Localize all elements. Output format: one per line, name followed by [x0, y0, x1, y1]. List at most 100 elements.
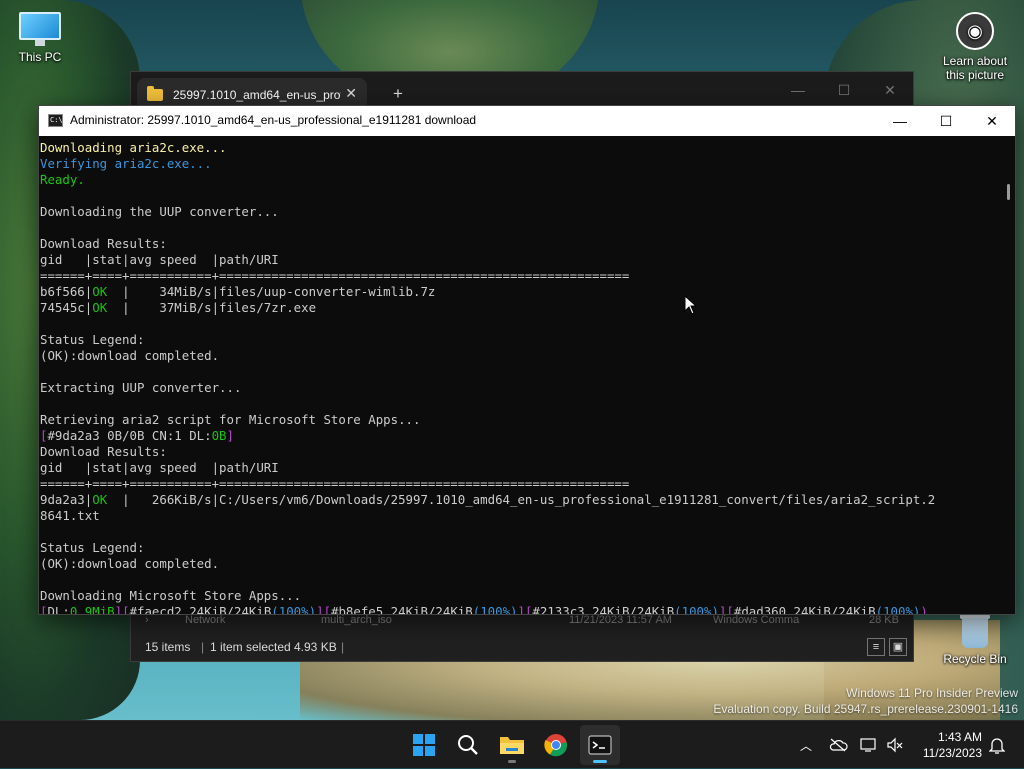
terminal-line: Download Results:	[40, 236, 1001, 252]
terminal-text: )	[920, 604, 928, 614]
windows-logo-icon	[413, 734, 435, 756]
terminal-icon	[588, 735, 612, 755]
terminal-line: Retrieving aria2 script for Microsoft St…	[40, 412, 1001, 428]
terminal-text: | 37MiB/s|files/7zr.exe	[107, 300, 317, 315]
desktop-icon-recycle-bin[interactable]: Recycle Bin	[935, 612, 1015, 666]
selection-size: 4.93 KB	[294, 640, 337, 654]
terminal-text: (100%)	[875, 604, 921, 614]
new-tab-button[interactable]: +	[393, 84, 403, 104]
clock-time: 1:43 AM	[937, 730, 982, 744]
maximize-button[interactable]: ☐	[923, 106, 969, 136]
file-size: 28 KB	[869, 614, 899, 626]
terminal-text: (OK):download completed.	[40, 348, 220, 363]
folder-icon	[500, 737, 524, 754]
terminal-titlebar[interactable]: C:\ Administrator: 25997.1010_amd64_en-u…	[39, 106, 1015, 136]
terminal-text: Extracting UUP converter...	[40, 380, 242, 395]
terminal-text: ======+====+===========+================…	[40, 476, 630, 491]
terminal-text: gid |stat|avg speed |path/URI	[40, 252, 279, 267]
terminal-window[interactable]: C:\ Administrator: 25997.1010_amd64_en-u…	[38, 105, 1016, 615]
terminal-line: [#9da2a3 0B/0B CN:1 DL:0B]	[40, 428, 1001, 444]
desktop-icon-label: This PC	[18, 50, 62, 64]
file-row-partial[interactable]: › Network multi_arch_iso 11/21/2023 11:5…	[131, 612, 913, 632]
desktop-icon-learn-about-picture[interactable]: ◉ Learn about this picture	[935, 12, 1015, 82]
terminal-line: Status Legend:	[40, 540, 1001, 556]
close-button[interactable]: ✕	[969, 106, 1015, 136]
terminal-text: | 34MiB/s|files/uup-converter-wimlib.7z	[107, 284, 436, 299]
close-tab-icon[interactable]: ✕	[345, 85, 357, 102]
terminal-text: gid |stat|avg speed |path/URI	[40, 460, 279, 475]
terminal-line: Status Legend:	[40, 332, 1001, 348]
terminal-text: Downloading aria2c.exe...	[40, 140, 227, 155]
volume-muted-icon[interactable]	[884, 721, 906, 769]
file-name: multi_arch_iso	[321, 614, 392, 626]
terminal-text: (100%)	[271, 604, 317, 614]
minimize-button[interactable]: —	[877, 106, 923, 136]
terminal-text: Download Results:	[40, 444, 167, 459]
scrollbar[interactable]	[1001, 136, 1015, 614]
terminal-line: Downloading aria2c.exe...	[40, 140, 1001, 156]
terminal-line: 8641.txt	[40, 508, 1001, 524]
terminal-text: ]	[226, 428, 234, 443]
terminal-text: ======+====+===========+================…	[40, 268, 630, 283]
terminal-line: Downloading the UUP converter...	[40, 204, 1001, 220]
recycle-bin-icon	[958, 612, 992, 648]
system-clock[interactable]: 1:43 AM 11/23/2023	[923, 729, 982, 761]
terminal-line: [DL:0.9MiB][#faecd2 24KiB/24KiB(100%)][#…	[40, 604, 1001, 614]
terminal-text: #b8efe5 24KiB/24KiB	[330, 604, 473, 614]
clock-date: 11/23/2023	[922, 746, 982, 760]
desktop-icon-this-pc[interactable]: This PC	[0, 12, 80, 64]
selection-count: 1 item selected	[210, 640, 291, 654]
desktop-icon-label: Recycle Bin	[943, 652, 1007, 666]
details-view-icon[interactable]: ≡	[867, 638, 885, 656]
tiles-view-icon[interactable]: ▣	[889, 638, 907, 656]
terminal-title: Administrator: 25997.1010_amd64_en-us_pr…	[70, 113, 477, 127]
chrome-button[interactable]	[536, 725, 576, 765]
close-button[interactable]: ✕	[867, 76, 913, 104]
terminal-text: OK	[92, 300, 108, 315]
network-icon[interactable]	[858, 721, 880, 769]
terminal-line: (OK):download completed.	[40, 556, 1001, 572]
file-explorer-button[interactable]	[492, 725, 532, 765]
terminal-line: ======+====+===========+================…	[40, 268, 1001, 284]
maximize-button[interactable]: ☐	[821, 76, 867, 104]
terminal-button[interactable]	[580, 725, 620, 765]
chevron-up-icon[interactable]: ︿	[796, 721, 816, 769]
terminal-text: OK	[92, 284, 108, 299]
terminal-text: #dad360 24KiB/24KiB	[733, 604, 876, 614]
terminal-text: Download Results:	[40, 236, 167, 251]
terminal-text: Downloading the UUP converter...	[40, 204, 279, 219]
search-button[interactable]	[448, 725, 488, 765]
explorer-tab-title: 25997.1010_amd64_en-us_prof	[173, 88, 341, 102]
terminal-output[interactable]: Downloading aria2c.exe... Verifying aria2…	[39, 136, 1001, 614]
start-button[interactable]	[404, 725, 444, 765]
terminal-text: DL:	[47, 604, 70, 614]
terminal-text: Ready.	[40, 172, 85, 187]
terminal-line: Verifying aria2c.exe...	[40, 156, 1001, 172]
terminal-text: 0.9MiB	[69, 604, 115, 614]
terminal-text: Status Legend:	[40, 332, 145, 347]
terminal-line: Extracting UUP converter...	[40, 380, 1001, 396]
taskbar: ︿ 1:43 AM 11/23/2023	[0, 720, 1024, 768]
folder-icon	[147, 86, 163, 101]
terminal-text: Downloading Microsoft Store Apps...	[40, 588, 302, 603]
minimize-button[interactable]: —	[775, 76, 821, 104]
scrollbar-thumb[interactable]	[1007, 184, 1010, 200]
terminal-line: (OK):download completed.	[40, 348, 1001, 364]
onedrive-icon[interactable]	[826, 721, 850, 769]
terminal-text: 0B	[211, 428, 227, 443]
notification-bell-icon[interactable]	[986, 721, 1008, 769]
terminal-text: (100%)	[674, 604, 719, 614]
terminal-line: Download Results:	[40, 444, 1001, 460]
nav-item-network[interactable]: Network	[185, 614, 225, 626]
desktop-icon-label: Learn about this picture	[942, 54, 1008, 82]
terminal-text: ][	[517, 604, 533, 614]
explorer-statusbar: 15 items | 1 item selected 4.93 KB | ≡ ▣	[131, 633, 913, 661]
terminal-line: 74545c|OK | 37MiB/s|files/7zr.exe	[40, 300, 1001, 316]
terminal-text: b6f566	[40, 284, 85, 299]
